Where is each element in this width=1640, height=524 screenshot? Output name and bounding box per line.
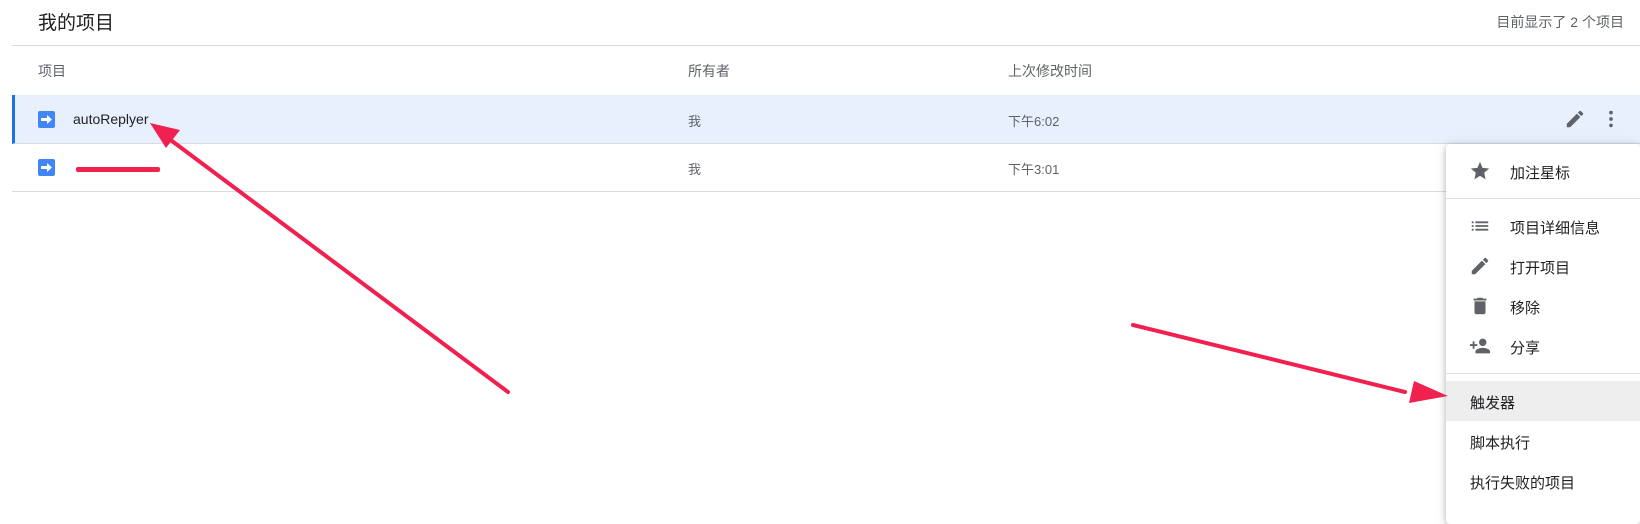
annotation-arrowhead: [1409, 381, 1448, 403]
more-options-button[interactable]: [1600, 108, 1622, 130]
menu-item-executions[interactable]: 脚本执行: [1446, 421, 1640, 461]
annotation-arrow-line: [1131, 323, 1407, 394]
menu-item-share[interactable]: 分享: [1446, 326, 1640, 366]
menu-item-label: 项目详细信息: [1510, 220, 1601, 237]
project-row[interactable]: autoReplyer 我 下午6:02: [12, 95, 1640, 144]
menu-item-label: 打开项目: [1510, 260, 1571, 277]
project-owner: 我: [688, 114, 702, 129]
menu-item-label: 执行失败的项目: [1470, 475, 1576, 492]
menu-item-failed-executions[interactable]: 执行失败的项目: [1446, 461, 1640, 501]
person-add-icon: [1469, 338, 1491, 354]
menu-item-label: 触发器: [1470, 395, 1516, 412]
menu-divider: [1446, 373, 1640, 374]
menu-item-open-project[interactable]: 打开项目: [1446, 246, 1640, 286]
column-header-project[interactable]: 项目: [38, 61, 66, 81]
menu-item-project-details[interactable]: 项目详细信息: [1446, 206, 1640, 246]
menu-item-label: 移除: [1510, 300, 1541, 317]
edit-project-button[interactable]: [1564, 108, 1586, 130]
project-modified: 下午6:02: [1008, 114, 1060, 129]
page-title: 我的项目: [38, 13, 115, 34]
pencil-icon: [1471, 257, 1489, 275]
more-vert-icon: [1609, 110, 1613, 128]
pencil-icon: [1566, 110, 1584, 128]
list-icon: [1471, 221, 1489, 231]
apps-script-icon: [38, 159, 55, 176]
trash-icon: [1473, 297, 1487, 315]
column-header-modified[interactable]: 上次修改时间: [1008, 61, 1092, 81]
column-header-owner[interactable]: 所有者: [688, 61, 730, 81]
apps-script-icon: [38, 111, 55, 128]
redaction-mark: [76, 167, 160, 172]
project-modified: 下午3:01: [1008, 162, 1060, 177]
project-name[interactable]: autoReplyer: [73, 111, 149, 127]
menu-item-label: 分享: [1510, 340, 1541, 357]
project-owner: 我: [688, 162, 702, 177]
menu-item-triggers[interactable]: 触发器: [1446, 381, 1640, 421]
context-menu: 加注星标 项目详细信息 打开项目 移除 分享 触发器 脚本执行 执行失败的项目: [1446, 144, 1640, 524]
annotation-arrows: [150, 123, 1448, 403]
menu-item-label: 脚本执行: [1470, 435, 1531, 452]
star-icon: [1470, 161, 1490, 180]
menu-item-label: 加注星标: [1510, 165, 1571, 182]
project-row[interactable]: 我 下午3:01: [12, 143, 1640, 192]
header-divider: [12, 45, 1640, 46]
menu-item-remove[interactable]: 移除: [1446, 286, 1640, 326]
menu-divider: [1446, 198, 1640, 199]
menu-item-star[interactable]: 加注星标: [1446, 151, 1640, 191]
project-count: 目前显示了 2 个项目: [1496, 14, 1624, 30]
